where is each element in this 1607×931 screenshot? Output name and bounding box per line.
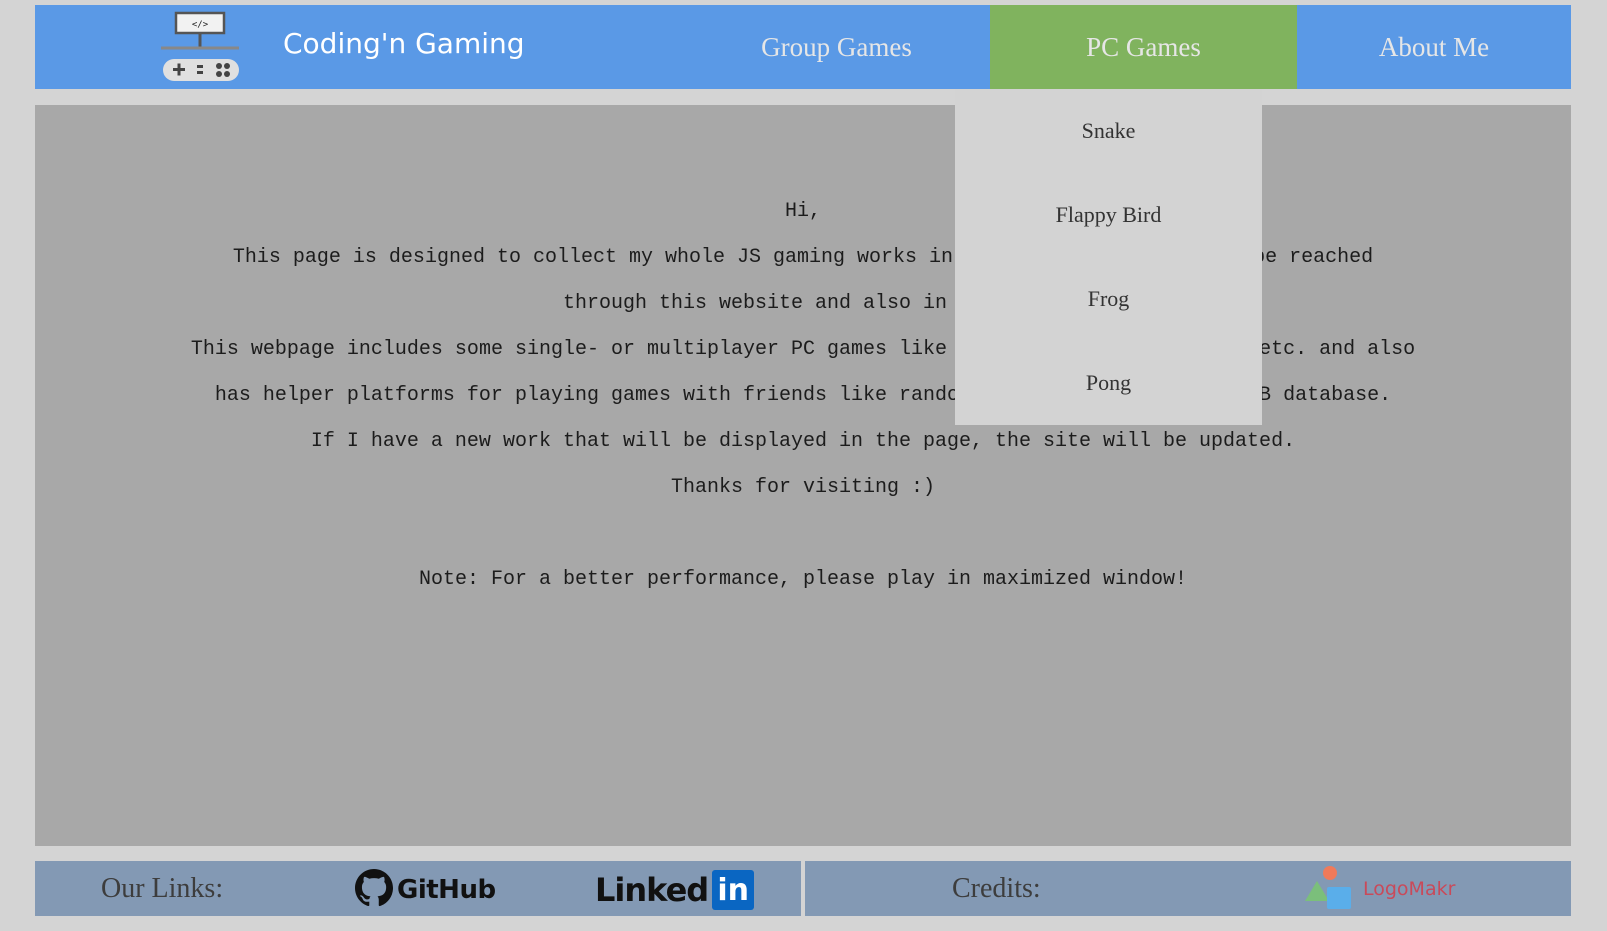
site-title: Coding'n Gaming — [283, 27, 525, 60]
nav-group-games[interactable]: Group Games — [683, 5, 990, 89]
linkedin-icon: in — [712, 870, 755, 910]
pc-games-dropdown: Snake Flappy Bird Frog Pong — [955, 89, 1262, 425]
dropdown-item-flappy-bird[interactable]: Flappy Bird — [955, 173, 1262, 257]
greeting: Hi, — [784, 200, 821, 223]
logomakr-link[interactable]: LogoMakr — [1303, 865, 1456, 909]
dropdown-item-snake[interactable]: Snake — [955, 89, 1262, 173]
dropdown-item-pong[interactable]: Pong — [955, 341, 1262, 425]
note-text: Note: For a better performance, please p… — [418, 568, 1188, 591]
logomakr-label: LogoMakr — [1363, 878, 1456, 900]
page: </> Coding'n Gaming Group Games PC Games — [0, 0, 1607, 931]
footer-links: Our Links: GitHub Linked in — [35, 861, 801, 916]
linkedin-link[interactable]: Linked in — [595, 870, 755, 910]
svg-text:</>: </> — [192, 20, 209, 30]
intro-paragraph-3: If I have a new work that will be displa… — [310, 430, 1296, 453]
main-content: Hi, This page is designed to collect my … — [35, 105, 1571, 846]
intro-text: Hi, This page is designed to collect my … — [35, 189, 1571, 603]
brand[interactable]: </> Coding'n Gaming — [35, 5, 675, 89]
credits-label: Credits: — [952, 872, 1041, 904]
links-label: Our Links: — [101, 872, 224, 904]
github-link[interactable]: GitHub — [355, 868, 496, 912]
nav-pc-games[interactable]: PC Games — [990, 5, 1297, 89]
dropdown-item-frog[interactable]: Frog — [955, 257, 1262, 341]
linkedin-label: Linked — [595, 871, 709, 909]
thanks-text: Thanks for visiting :) — [670, 476, 936, 499]
navbar: </> Coding'n Gaming Group Games PC Games — [35, 5, 1571, 89]
nav-about-me[interactable]: About Me — [1297, 5, 1571, 89]
logomakr-shapes-icon — [1303, 865, 1355, 914]
footer-credits: Credits: LogoMakr — [805, 861, 1571, 916]
github-label: GitHub — [397, 875, 496, 905]
github-icon — [355, 868, 393, 912]
gamepad-code-icon: </> — [159, 11, 241, 90]
